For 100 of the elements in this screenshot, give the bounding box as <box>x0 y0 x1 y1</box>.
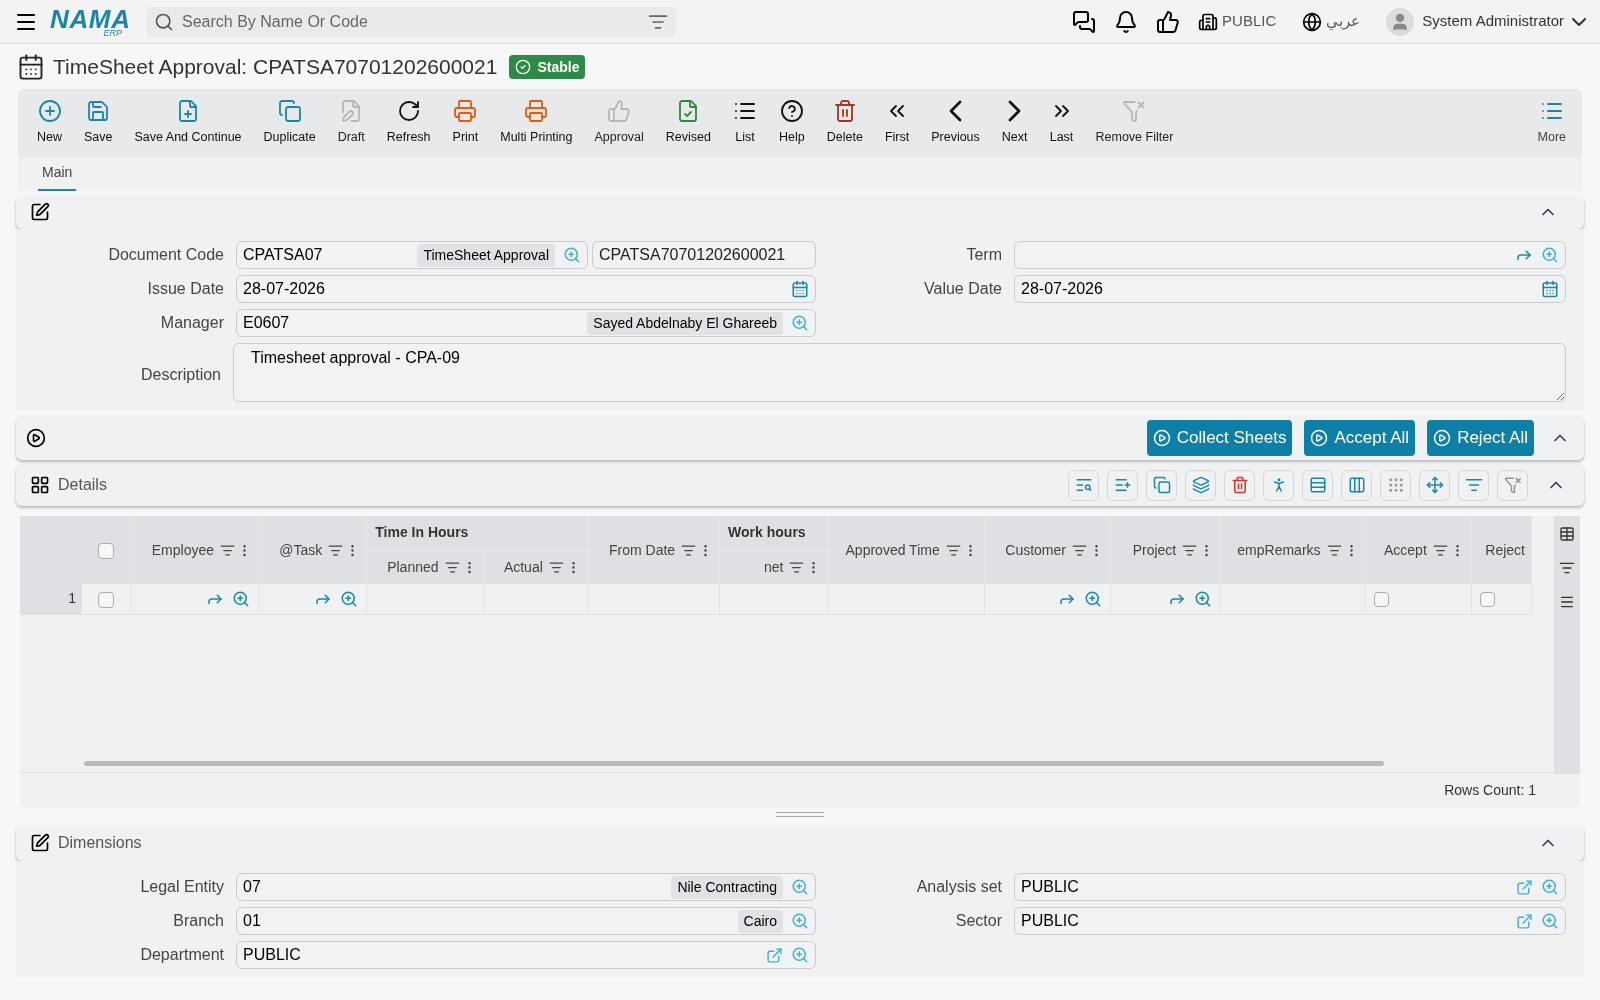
toolbar-button[interactable]: Delete <box>815 99 874 147</box>
column-header[interactable]: Reject <box>1471 516 1532 584</box>
search-plus-icon[interactable] <box>1541 246 1559 264</box>
menu-icon[interactable] <box>1559 594 1575 610</box>
table-icon[interactable] <box>1559 526 1575 542</box>
filter-icon[interactable] <box>945 542 961 558</box>
column-header[interactable]: Project <box>1110 516 1221 584</box>
filter-icon[interactable] <box>789 559 805 575</box>
more-button[interactable]: More <box>1529 99 1574 147</box>
filter-icon[interactable] <box>1182 542 1198 558</box>
language-button[interactable]: عربي <box>1302 10 1361 33</box>
input-field[interactable]: PUBLIC <box>1014 907 1566 935</box>
search-plus-icon[interactable] <box>232 589 251 608</box>
calendar-icon[interactable] <box>1541 280 1559 298</box>
search-plus-icon[interactable] <box>340 589 359 608</box>
toolbar-button[interactable]: Save <box>73 99 124 147</box>
search-plus-icon[interactable] <box>1084 589 1102 608</box>
text-search-button[interactable] <box>1068 469 1099 501</box>
resize-handle[interactable] <box>776 812 824 817</box>
checkbox[interactable] <box>1373 592 1389 608</box>
copy-button[interactable] <box>1146 469 1177 501</box>
columns-button[interactable] <box>1341 469 1372 501</box>
search-plus-icon[interactable] <box>563 246 581 264</box>
column-header[interactable]: Accept <box>1365 516 1472 584</box>
input-field[interactable]: 07 Nile Contracting <box>236 873 816 901</box>
layers-button[interactable] <box>1185 469 1216 501</box>
search-field[interactable]: Search By Name Or Code <box>146 6 676 37</box>
external-link-icon[interactable] <box>766 946 783 964</box>
input-field[interactable]: 01 Cairo <box>236 907 816 935</box>
input-field[interactable]: PUBLIC <box>236 941 816 969</box>
toolbar-button[interactable]: Refresh <box>375 99 442 147</box>
input-field[interactable]: CPATSA07 TimeSheet Approval <box>236 241 588 269</box>
input-field[interactable]: PUBLIC <box>1014 873 1566 901</box>
column-header[interactable]: @Task <box>258 516 367 584</box>
input-field[interactable]: E0607 Sayed Abdelnaby El Ghareeb <box>236 309 816 337</box>
toolbar-button[interactable]: Multi Printing <box>489 99 584 147</box>
horizontal-scrollbar[interactable] <box>84 761 1384 766</box>
toolbar-button[interactable]: New <box>26 99 73 147</box>
filter-icon[interactable] <box>1072 542 1087 558</box>
move-button[interactable] <box>1419 469 1450 501</box>
action-button[interactable]: Reject All <box>1427 420 1534 456</box>
thumbs-up-icon[interactable] <box>1156 9 1181 34</box>
filter-icon[interactable] <box>1559 560 1575 576</box>
search-plus-icon[interactable] <box>1194 589 1213 608</box>
filter-icon[interactable] <box>681 542 697 558</box>
toolbar-button[interactable]: Revised <box>654 99 722 147</box>
column-header[interactable]: net <box>719 550 828 584</box>
action-button[interactable]: Accept All <box>1304 420 1416 456</box>
column-header[interactable]: Employee <box>130 516 259 584</box>
toolbar-button[interactable]: List <box>722 99 768 147</box>
filter-icon[interactable] <box>220 542 236 558</box>
search-plus-icon[interactable] <box>791 314 809 332</box>
toolbar-button[interactable]: Previous <box>920 99 991 147</box>
column-header[interactable]: Approved Time <box>827 516 985 584</box>
filter-icon[interactable] <box>444 559 460 575</box>
description-field[interactable]: Timesheet approval - CPA-09 <box>233 343 1566 402</box>
filter-icon[interactable] <box>548 559 564 575</box>
toolbar-button[interactable]: Duplicate <box>252 99 327 147</box>
person-button[interactable] <box>1263 469 1294 501</box>
toolbar-button[interactable]: Print <box>441 99 490 147</box>
chat-icon[interactable] <box>1072 9 1097 34</box>
column-header[interactable]: Actual <box>483 550 588 584</box>
filter-off-button[interactable] <box>1497 469 1528 501</box>
search-plus-icon[interactable] <box>791 912 809 930</box>
checkbox[interactable] <box>97 542 114 559</box>
trash-button[interactable] <box>1224 469 1255 501</box>
filter-icon[interactable] <box>1432 542 1448 558</box>
external-link-icon[interactable] <box>1516 912 1533 930</box>
input-field[interactable] <box>1014 241 1566 269</box>
checkbox[interactable] <box>97 591 114 608</box>
input-field[interactable]: 28-07-2026 <box>236 275 816 303</box>
bell-icon[interactable] <box>1114 9 1139 34</box>
list-plus-button[interactable] <box>1107 469 1138 501</box>
search-plus-icon[interactable] <box>1541 878 1559 896</box>
toolbar-button[interactable]: Next <box>990 99 1039 147</box>
filter-button[interactable] <box>1458 469 1489 501</box>
action-button[interactable]: Collect Sheets <box>1146 420 1293 456</box>
toolbar-button[interactable]: First <box>873 99 921 147</box>
dots-button[interactable] <box>1380 469 1411 501</box>
toolbar-button[interactable]: Help <box>768 99 816 147</box>
calendar-icon[interactable] <box>791 280 809 298</box>
input-field[interactable]: CPATSA70701202600021 <box>592 241 816 269</box>
company-button[interactable]: PUBLIC <box>1198 10 1277 33</box>
search-plus-icon[interactable] <box>791 946 809 964</box>
filter-icon[interactable] <box>1326 542 1342 558</box>
tab[interactable]: Main <box>38 162 77 191</box>
search-input[interactable]: Search By Name Or Code <box>182 9 640 34</box>
input-field[interactable]: 28-07-2026 <box>1014 275 1566 303</box>
column-header[interactable]: Planned <box>366 550 484 584</box>
rows-button[interactable] <box>1302 469 1333 501</box>
column-header[interactable]: empRemarks <box>1220 516 1366 584</box>
toolbar-button[interactable]: Last <box>1038 99 1085 147</box>
search-plus-icon[interactable] <box>1541 912 1559 930</box>
checkbox[interactable] <box>1479 592 1495 608</box>
filter-icon[interactable] <box>328 542 344 558</box>
user-menu[interactable]: System Administrator <box>1386 7 1586 36</box>
search-plus-icon[interactable] <box>791 878 809 896</box>
toolbar-button[interactable]: Save And Continue <box>123 99 253 147</box>
column-header[interactable]: Customer <box>984 516 1111 584</box>
external-link-icon[interactable] <box>1516 878 1533 896</box>
